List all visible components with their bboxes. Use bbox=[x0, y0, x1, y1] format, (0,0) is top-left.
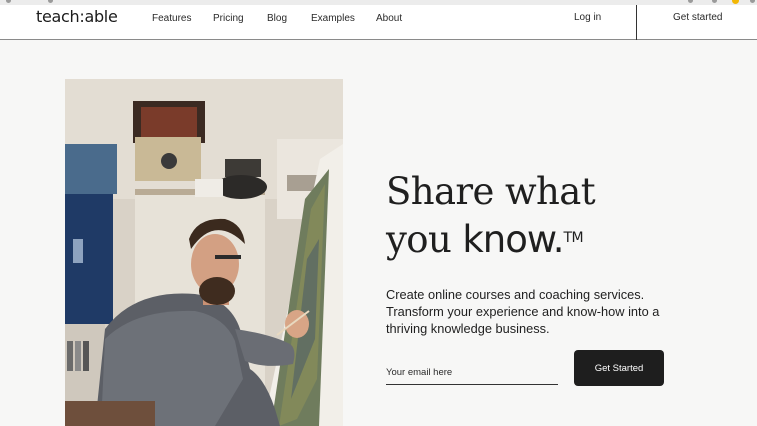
hero-headline: Share what you know.TM bbox=[386, 168, 596, 264]
nav-link-examples[interactable]: Examples bbox=[311, 13, 355, 24]
hero-image bbox=[65, 79, 343, 426]
hero-subtext: Create online courses and coaching servi… bbox=[386, 287, 660, 336]
headline-line-2-prefix: you bbox=[386, 218, 463, 261]
trademark-mark: TM bbox=[563, 230, 584, 246]
headline-line-1: Share what bbox=[386, 170, 596, 213]
nav-link-features[interactable]: Features bbox=[152, 13, 191, 24]
profile-icon[interactable] bbox=[732, 0, 739, 4]
menu-icon[interactable] bbox=[750, 0, 755, 3]
nav-link-about[interactable]: About bbox=[376, 13, 402, 24]
email-field[interactable] bbox=[386, 360, 558, 385]
artist-painting-illustration bbox=[65, 79, 343, 426]
nav-divider bbox=[636, 5, 637, 40]
reload-icon[interactable] bbox=[48, 0, 53, 3]
headline-bold-word: know. bbox=[462, 218, 564, 261]
puzzle-icon[interactable] bbox=[712, 0, 717, 3]
nav-link-blog[interactable]: Blog bbox=[267, 13, 287, 24]
get-started-button[interactable]: Get Started bbox=[574, 350, 664, 386]
get-started-nav-button[interactable]: Get started bbox=[673, 12, 722, 23]
top-navigation: teach:able Features Pricing Blog Example… bbox=[0, 5, 757, 40]
back-icon[interactable] bbox=[6, 0, 11, 3]
nav-link-pricing[interactable]: Pricing bbox=[213, 13, 244, 24]
logo[interactable]: teach:able bbox=[36, 7, 118, 26]
extension-icon[interactable] bbox=[688, 0, 693, 3]
login-link[interactable]: Log in bbox=[574, 12, 601, 23]
